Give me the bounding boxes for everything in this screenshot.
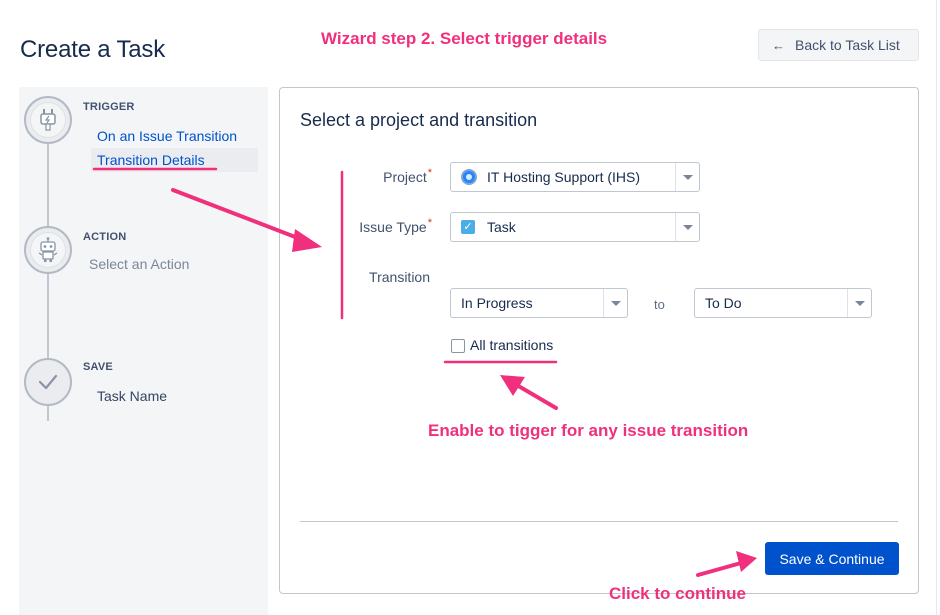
- sidebar-item-select-action[interactable]: Select an Action: [89, 256, 189, 272]
- project-label: Project*: [383, 167, 432, 185]
- required-mark: *: [427, 217, 432, 229]
- sidebar-item-on-issue-transition[interactable]: On an Issue Transition: [97, 128, 237, 144]
- action-step-circle: [24, 226, 72, 274]
- project-avatar-icon: [461, 169, 477, 185]
- window-edge: [936, 0, 937, 615]
- annotation-click-continue: Click to continue: [609, 584, 746, 603]
- project-select-value: IT Hosting Support (IHS): [487, 169, 641, 185]
- chevron-down-icon: [847, 289, 871, 317]
- transition-label: Transition: [369, 269, 430, 285]
- transition-from-select[interactable]: In Progress: [450, 288, 628, 318]
- transition-to-select[interactable]: To Do: [694, 288, 872, 318]
- issue-type-select[interactable]: ✓ Task: [450, 212, 700, 242]
- project-select[interactable]: IT Hosting Support (IHS): [450, 162, 700, 192]
- transition-to-value: To Do: [705, 295, 742, 311]
- save-continue-button[interactable]: Save & Continue: [765, 542, 899, 575]
- sidebar-item-task-name[interactable]: Task Name: [97, 388, 167, 404]
- plug-icon: [40, 109, 56, 131]
- task-type-icon: ✓: [461, 220, 475, 234]
- transition-from-value: In Progress: [461, 295, 533, 311]
- step-heading-action: ACTION: [83, 231, 127, 243]
- back-to-task-list-button[interactable]: ← Back to Task List: [758, 29, 919, 61]
- all-transitions-checkbox[interactable]: [451, 339, 465, 353]
- check-icon: [38, 374, 58, 390]
- annotation-wizard-step: Wizard step 2. Select trigger details: [321, 29, 608, 48]
- step-heading-trigger: TRIGGER: [83, 101, 135, 113]
- robot-icon: [38, 237, 58, 262]
- form-title: Select a project and transition: [300, 110, 538, 130]
- chevron-down-icon: [675, 213, 699, 241]
- annotation-enable-all: Enable to tigger for any issue transitio…: [428, 421, 749, 440]
- trigger-step-circle: [24, 96, 72, 144]
- issue-type-label: Issue Type*: [359, 217, 432, 235]
- transition-form-panel: Select a project and transition Project*…: [279, 87, 919, 594]
- back-arrow-icon: ←: [772, 37, 785, 53]
- save-step-circle: [24, 358, 72, 406]
- step-heading-save: SAVE: [83, 361, 113, 373]
- back-button-label: Back to Task List: [795, 37, 900, 53]
- chevron-down-icon: [603, 289, 627, 317]
- issue-type-select-value: Task: [487, 219, 516, 235]
- sidebar-item-transition-details[interactable]: Transition Details: [91, 148, 258, 172]
- all-transitions-label[interactable]: All transitions: [470, 337, 553, 353]
- required-mark: *: [427, 167, 432, 179]
- form-divider: [300, 521, 898, 522]
- transition-to-connector: to: [654, 297, 665, 312]
- page-title: Create a Task: [20, 36, 166, 63]
- chevron-down-icon: [675, 163, 699, 191]
